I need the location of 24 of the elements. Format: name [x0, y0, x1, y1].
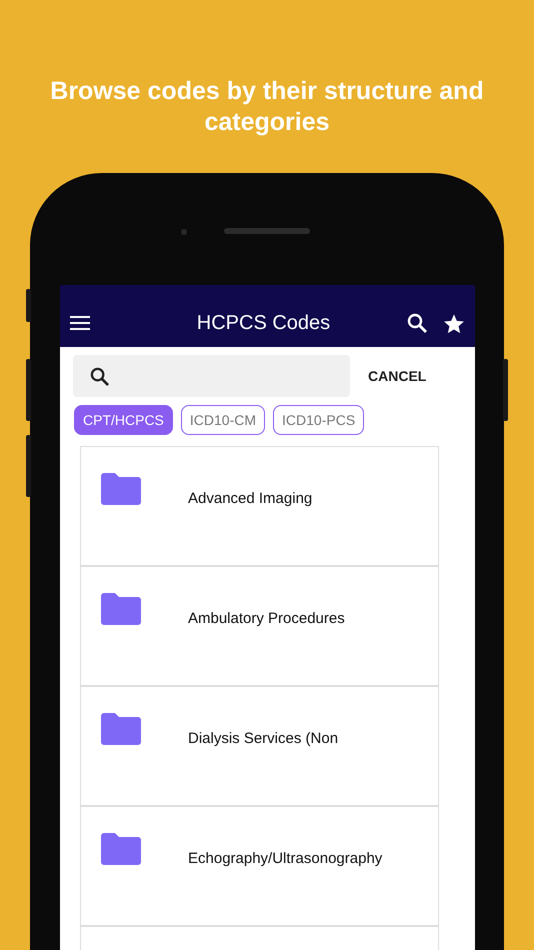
category-card[interactable]: Ambulatory Procedures: [80, 566, 439, 686]
search-field[interactable]: [73, 355, 350, 397]
filter-chip[interactable]: ICD10-PCS: [273, 405, 364, 435]
folder-icon: [101, 473, 141, 505]
category-card[interactable]: Dialysis Services (Non: [80, 686, 439, 806]
category-card[interactable]: Echography/Ultrasonography: [80, 806, 439, 926]
headline: Browse codes by their structure and categories: [49, 76, 485, 138]
search-icon[interactable]: [407, 313, 427, 333]
category-card[interactable]: Advanced Imaging: [80, 446, 439, 566]
category-name: Advanced Imaging: [188, 489, 312, 509]
filter-chip[interactable]: CPT/HCPCS: [74, 405, 173, 435]
filter-chip[interactable]: ICD10-CM: [180, 405, 266, 435]
folder-icon: [101, 713, 141, 745]
search-icon: [90, 366, 109, 386]
folder-icon: [101, 593, 141, 625]
category-name: Echography/Ultrasonography: [188, 849, 382, 869]
category-name: Dialysis Services (Non: [188, 729, 338, 749]
app-title: HCPCS Codes: [196, 311, 332, 335]
menu-icon[interactable]: [70, 316, 90, 330]
cancel-button[interactable]: CANCEL: [364, 364, 430, 388]
star-icon[interactable]: [443, 313, 465, 335]
category-name: Ambulatory Procedures: [188, 609, 345, 629]
camera-dot: [181, 229, 187, 235]
folder-icon: [101, 833, 141, 865]
